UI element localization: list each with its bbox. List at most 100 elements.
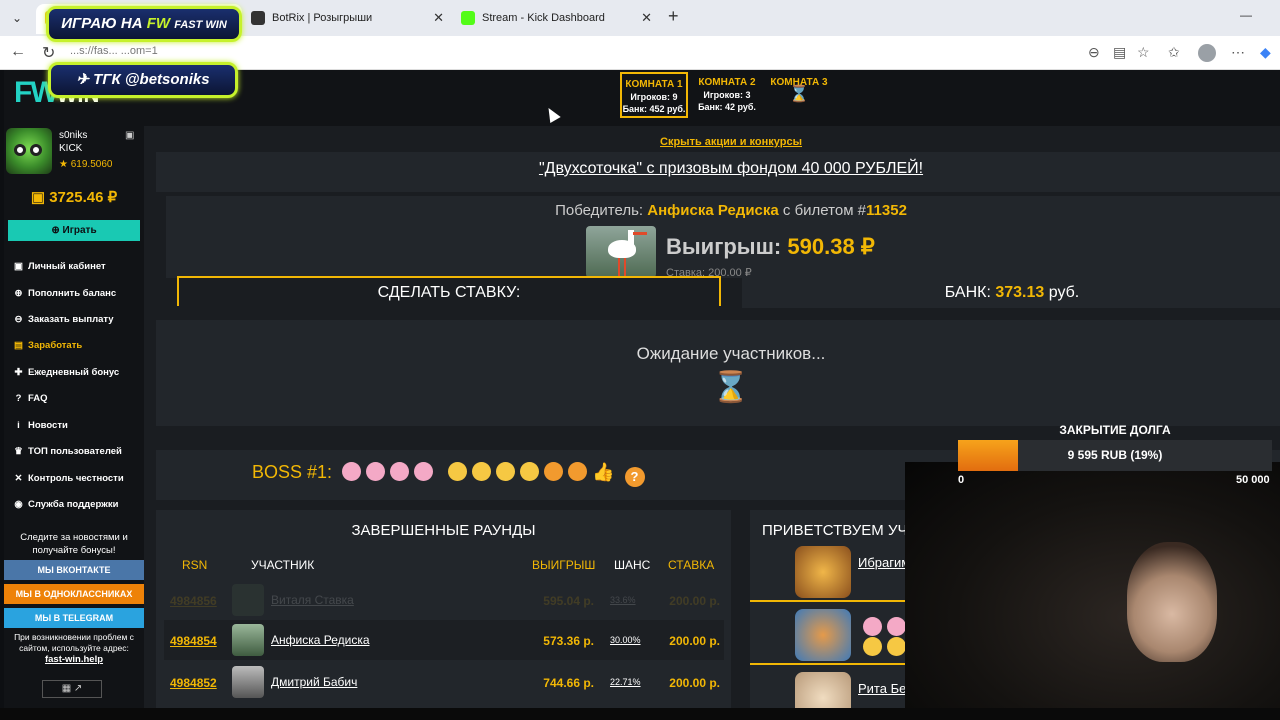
menu-item-top-users[interactable]: ♛ ТОП пользователей bbox=[12, 446, 122, 457]
tab-menu-chevron-icon[interactable]: ⌄ bbox=[6, 7, 28, 29]
player-name-link[interactable]: Анфиска Редиска bbox=[271, 633, 370, 647]
close-tab-icon[interactable]: ✕ bbox=[433, 4, 444, 32]
avatar[interactable] bbox=[6, 128, 52, 174]
menu-item-support[interactable]: ◉ Служба поддержки bbox=[12, 499, 118, 510]
tab-title: BotRix | Розыгрыши bbox=[272, 12, 373, 24]
bottom-strip bbox=[0, 708, 1280, 720]
debt-goal-title: ЗАКРЫТИЕ ДОЛГА bbox=[1059, 423, 1171, 437]
room-bank: Банк: 452 руб. bbox=[622, 104, 686, 114]
thumbs-up-emoji-icon: 👍 bbox=[592, 462, 615, 482]
telegram-button[interactable]: МЫ В TELEGRAM bbox=[4, 608, 144, 628]
prize-value: 590.38 ₽ bbox=[787, 234, 875, 259]
room-3-button[interactable]: КОМНАТА 3 ⌛ bbox=[765, 72, 833, 118]
pig-emoji-icon bbox=[414, 462, 434, 481]
pig-emoji-icon bbox=[863, 617, 882, 636]
wallet-icon: ▣ bbox=[30, 189, 50, 206]
profile-avatar-icon[interactable] bbox=[1198, 44, 1216, 62]
question-icon[interactable]: ? bbox=[624, 467, 645, 487]
minus-circle-icon: ⊖ bbox=[14, 314, 23, 325]
badge-prefix: ИГРАЮ НА bbox=[61, 15, 143, 32]
more-menu-icon[interactable]: ⋯ bbox=[1231, 44, 1245, 61]
bank-label: БАНК: bbox=[944, 284, 991, 301]
plus-circle-icon: ⊕ bbox=[14, 288, 23, 299]
bank-value: 373.13 bbox=[995, 284, 1045, 301]
rounds-title: ЗАВЕРШЕННЫЕ РАУНДЫ bbox=[351, 522, 536, 539]
telegram-icon: ✈ bbox=[76, 71, 94, 88]
footer-link[interactable]: fast-win.help bbox=[45, 654, 103, 665]
favorites-icon[interactable]: ✩ bbox=[1168, 44, 1180, 61]
menu-item-faq[interactable]: ? FAQ bbox=[12, 393, 48, 404]
player-name-link[interactable]: Дмитрий Бабич bbox=[271, 675, 357, 689]
round-id-link[interactable]: 4984856 bbox=[170, 594, 217, 608]
stork-leg bbox=[618, 258, 620, 276]
reload-icon[interactable]: ↻ bbox=[42, 43, 55, 63]
laughing-emoji-icon bbox=[887, 637, 906, 656]
col-header-rsn: RSN bbox=[182, 558, 208, 572]
minimize-icon[interactable]: — bbox=[1240, 8, 1252, 22]
gift-icon: ✚ bbox=[14, 367, 23, 378]
bank-unit: руб. bbox=[1048, 284, 1080, 301]
money-icon: ▤ bbox=[14, 340, 23, 351]
menu-item-earn[interactable]: ▤ Заработать bbox=[12, 340, 82, 351]
hide-promos-link[interactable]: Скрыть акции и конкурсы bbox=[156, 136, 1280, 148]
menu-item-fairness[interactable]: ✕ Контроль честности bbox=[12, 473, 124, 484]
close-tab-icon[interactable]: ✕ bbox=[641, 4, 652, 32]
burger-avatar bbox=[795, 546, 851, 598]
reader-icon[interactable]: ▤ bbox=[1113, 44, 1126, 61]
ok-button[interactable]: МЫ В ОДНОКЛАССНИКАХ bbox=[4, 584, 144, 604]
play-button[interactable]: ⊕ Играть bbox=[8, 220, 140, 241]
tab-botrix[interactable]: BotRix | Розыгрыши ✕ bbox=[242, 4, 450, 34]
promo-link[interactable]: "Двухсоточка" с призовым фондом 40 000 Р… bbox=[156, 160, 1280, 178]
make-bet-button[interactable]: СДЕЛАТЬ СТАВКУ: bbox=[177, 276, 721, 306]
url-field[interactable]: ...s://fas... ...om=1 bbox=[70, 45, 158, 57]
info-icon: i bbox=[17, 420, 20, 431]
telegram-overlay-badge: ✈ ТГК @betsoniks bbox=[48, 62, 238, 98]
favorite-star-icon[interactable]: ☆ bbox=[1137, 44, 1150, 61]
menu-item-deposit[interactable]: ⊕ Пополнить баланс bbox=[12, 288, 117, 299]
hourglass-icon: ⌛ bbox=[712, 371, 750, 404]
room-2-button[interactable]: КОМНАТА 2 Игроков: 3 Банк: 42 руб. bbox=[693, 72, 761, 118]
menu-item-news[interactable]: i Новости bbox=[12, 420, 68, 431]
dog-avatar bbox=[795, 609, 851, 661]
tab-title: Stream - Kick Dashboard bbox=[482, 12, 605, 24]
debt-goal-max: 50 000 bbox=[1236, 474, 1270, 486]
back-arrow-icon[interactable]: ← bbox=[10, 43, 26, 61]
winner-name: Анфиска Редиска bbox=[647, 202, 779, 219]
tab-kick-dashboard[interactable]: Stream - Kick Dashboard ✕ bbox=[452, 4, 658, 34]
menu-label: Новости bbox=[28, 420, 68, 431]
room-players: Игроков: 3 bbox=[703, 90, 751, 100]
balance-value: 3725.46 ₽ bbox=[49, 189, 118, 206]
kick-favicon-icon bbox=[461, 11, 475, 25]
footer-note: При возникновении проблем с сайтом, испо… bbox=[6, 632, 142, 665]
menu-label: FAQ bbox=[28, 393, 48, 404]
menu-item-withdraw[interactable]: ⊖ Заказать выплату bbox=[12, 314, 114, 325]
new-tab-icon[interactable]: + bbox=[668, 6, 679, 27]
pig-emoji-icon bbox=[390, 462, 410, 481]
debt-goal-bar: 9 595 RUB (19%) bbox=[958, 440, 1272, 471]
logout-icon[interactable]: ▣ bbox=[125, 130, 134, 141]
zoom-icon[interactable]: ⊖ bbox=[1088, 44, 1100, 61]
menu-item-daily-bonus[interactable]: ✚ Ежедневный бонус bbox=[12, 367, 120, 378]
player-name-link[interactable]: Виталя Ставка bbox=[271, 593, 354, 607]
share-arrow-icon[interactable]: ▦ ↗ bbox=[42, 680, 102, 698]
round-id-link[interactable]: 4984852 bbox=[170, 676, 217, 690]
vk-button[interactable]: МЫ ВКОНТАКТЕ bbox=[4, 560, 144, 580]
pig-emoji-icon bbox=[887, 617, 906, 636]
round-id-link[interactable]: 4984854 bbox=[170, 634, 217, 648]
briefcase-icon: ▣ bbox=[14, 261, 23, 272]
table-row: 4984856 Виталя Ставка 595.04 р. 33.6% 20… bbox=[164, 580, 724, 620]
player-avatar bbox=[232, 584, 264, 616]
support-icon: ◉ bbox=[14, 499, 23, 510]
winner-ticket-label: с билетом # bbox=[782, 202, 867, 219]
fastwin-overlay-badge: ИГРАЮ НА FW FAST WIN bbox=[46, 6, 242, 42]
room-title: КОМНАТА 2 bbox=[698, 77, 756, 88]
avatar-eye bbox=[14, 144, 26, 156]
player-avatar bbox=[232, 624, 264, 656]
waiting-text: Ожидание участников... bbox=[636, 344, 826, 363]
laughing-emoji-icon bbox=[472, 462, 492, 481]
table-row: 4984854 Анфиска Редиска 573.36 р. 30.00%… bbox=[164, 620, 724, 660]
prize-label: Выигрыш: bbox=[666, 234, 782, 259]
copilot-icon[interactable]: ◆ bbox=[1260, 44, 1271, 61]
room-1-button[interactable]: КОМНАТА 1 Игроков: 9 Банк: 452 руб. bbox=[620, 72, 688, 118]
menu-item-cabinet[interactable]: ▣ Личный кабинет bbox=[12, 261, 106, 272]
